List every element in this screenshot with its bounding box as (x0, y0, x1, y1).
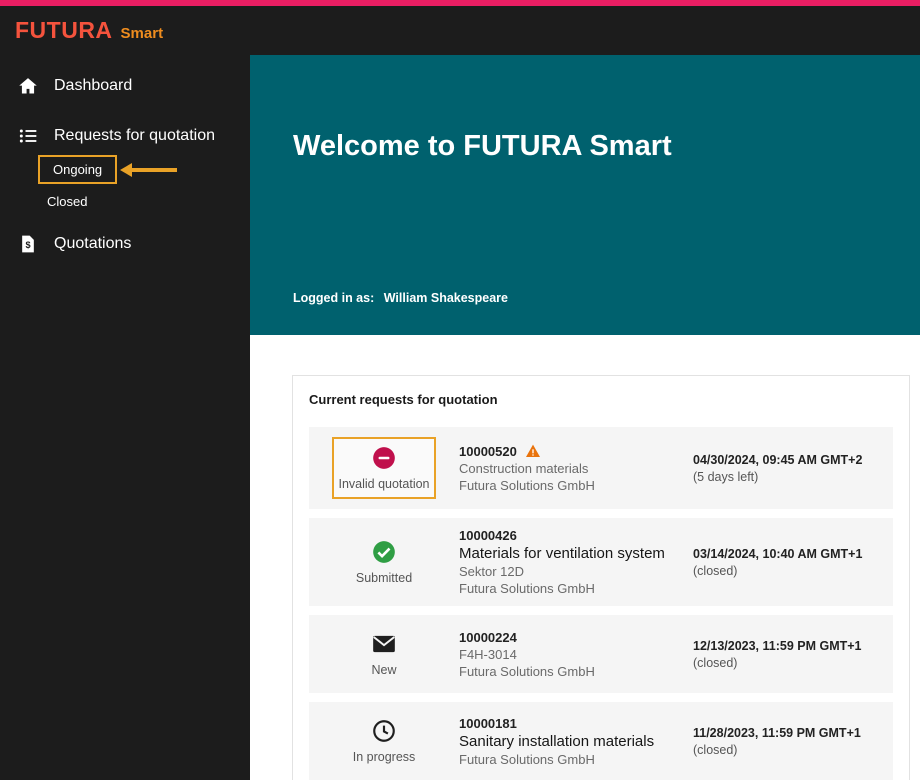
annotation-arrow-icon (131, 168, 177, 172)
request-title: Sanitary installation materials (459, 733, 693, 750)
content-area: Current requests for quotation Invalid q… (250, 335, 920, 780)
sidebar-item-label: Dashboard (54, 77, 132, 95)
logged-in-status: Logged in as: William Shakespeare (293, 291, 920, 305)
status-badge: Submitted (352, 533, 416, 591)
status-label: In progress (353, 750, 416, 764)
minus-circle-icon (371, 445, 397, 471)
warning-icon (525, 443, 541, 459)
welcome-banner: Welcome to FUTURA Smart Logged in as: Wi… (250, 55, 920, 335)
request-id: 10000426 (459, 528, 693, 543)
request-company: Futura Solutions GmbH (459, 664, 693, 679)
card-title: Current requests for quotation (309, 392, 893, 407)
request-subtitle: Sektor 12D (459, 564, 693, 579)
request-note: (closed) (693, 743, 879, 757)
list-icon (18, 126, 38, 146)
request-company: Futura Solutions GmbH (459, 752, 693, 767)
request-id: 10000520 (459, 443, 693, 459)
request-company: Futura Solutions GmbH (459, 478, 693, 493)
status-badge-highlighted: Invalid quotation (332, 437, 435, 499)
status-badge: In progress (349, 712, 420, 770)
status-badge: New (367, 625, 401, 683)
request-date: 04/30/2024, 09:45 AM GMT+2 (693, 453, 879, 467)
check-circle-icon (371, 539, 397, 565)
sidebar-subitem-ongoing[interactable]: Ongoing (38, 155, 117, 184)
main-area: Welcome to FUTURA Smart Logged in as: Wi… (250, 55, 920, 780)
request-date: 03/14/2024, 10:40 AM GMT+1 (693, 547, 879, 561)
sidebar-subitem-label: Ongoing (53, 162, 102, 177)
sidebar-subitem-closed[interactable]: Closed (38, 184, 250, 215)
sidebar-item-label: Quotations (54, 235, 131, 253)
sidebar-item-dashboard[interactable]: Dashboard (0, 61, 250, 111)
request-row[interactable]: Invalid quotation 10000520 Construction … (309, 427, 893, 509)
request-row[interactable]: In progress 10000181 Sanitary installati… (309, 702, 893, 780)
request-row[interactable]: New 10000224 F4H-3014 Futura Solutions G… (309, 615, 893, 693)
brand-logo[interactable]: FUTURA Smart (15, 17, 163, 44)
sidebar: Dashboard Requests for quotation Ongoing… (0, 55, 250, 780)
quotation-document-icon: $ (18, 234, 38, 254)
clock-icon (371, 718, 397, 744)
request-note: (5 days left) (693, 470, 879, 484)
request-date: 12/13/2023, 11:59 PM GMT+1 (693, 639, 879, 653)
svg-text:$: $ (25, 240, 30, 250)
sidebar-item-requests-for-quotation[interactable]: Requests for quotation (0, 111, 250, 161)
brand-name: FUTURA (15, 17, 113, 44)
home-icon (18, 76, 38, 96)
sidebar-item-label: Requests for quotation (54, 127, 215, 145)
sidebar-subnav: Ongoing Closed (38, 155, 250, 215)
status-label: Submitted (356, 571, 412, 585)
request-note: (closed) (693, 564, 879, 578)
logged-in-user: William Shakespeare (384, 291, 508, 305)
top-bar: FUTURA Smart (0, 6, 920, 55)
sidebar-subitem-label: Closed (47, 194, 87, 209)
current-requests-card: Current requests for quotation Invalid q… (292, 375, 910, 780)
request-subtitle: F4H-3014 (459, 647, 693, 662)
request-company: Futura Solutions GmbH (459, 581, 693, 596)
request-id: 10000181 (459, 716, 693, 731)
request-id: 10000224 (459, 630, 693, 645)
request-title: Materials for ventilation system (459, 545, 693, 562)
request-row[interactable]: Submitted 10000426 Materials for ventila… (309, 518, 893, 606)
page-title: Welcome to FUTURA Smart (293, 130, 920, 163)
request-note: (closed) (693, 656, 879, 670)
status-label: Invalid quotation (338, 477, 429, 491)
app-window: FUTURA Smart Dashboard Requests for quot… (0, 0, 920, 780)
envelope-icon (371, 631, 397, 657)
brand-suffix: Smart (121, 25, 164, 42)
status-label: New (371, 663, 396, 677)
request-date: 11/28/2023, 11:59 PM GMT+1 (693, 726, 879, 740)
logged-in-label: Logged in as: (293, 291, 374, 305)
request-subtitle: Construction materials (459, 461, 693, 476)
sidebar-item-quotations[interactable]: $ Quotations (0, 219, 250, 269)
